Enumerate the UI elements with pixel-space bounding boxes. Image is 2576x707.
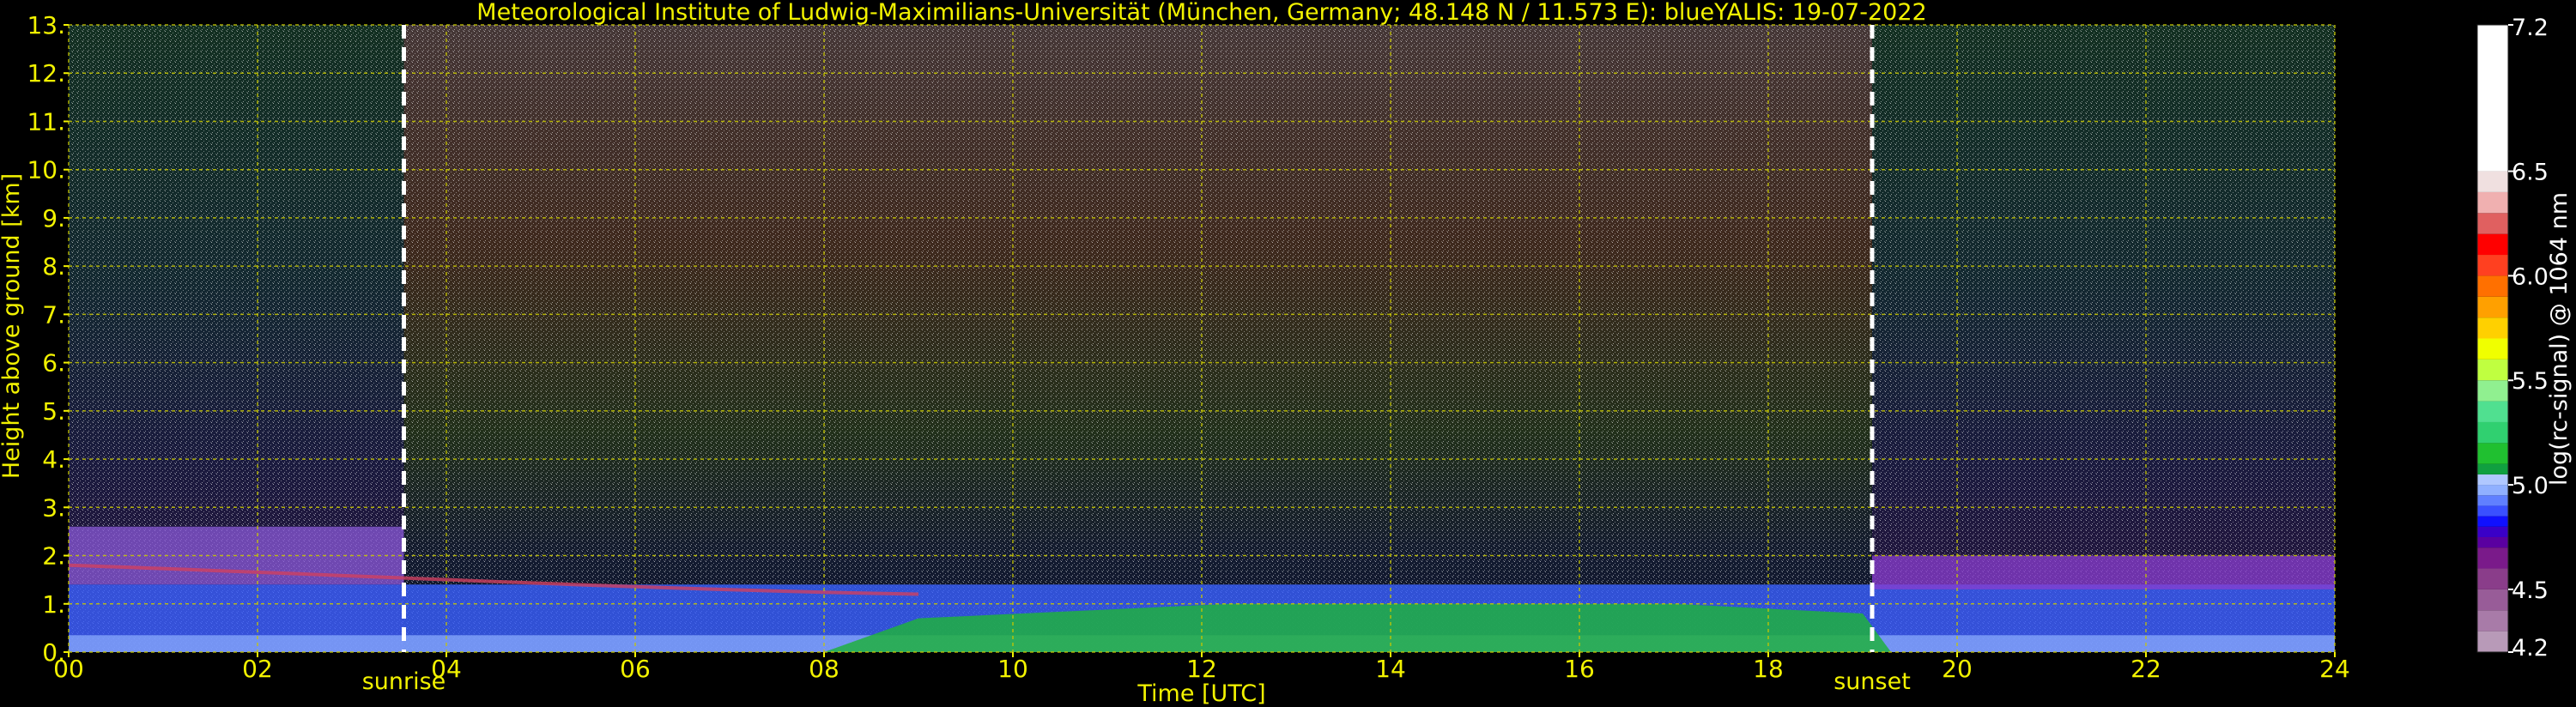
colorbar-segment: [2477, 516, 2508, 527]
y-tick-label: 1.: [42, 590, 65, 619]
y-axis-label: Height above ground [km]: [0, 173, 25, 479]
x-axis-label: Time [UTC]: [1136, 680, 1265, 707]
colorbar-segment: [2477, 213, 2508, 234]
colorbar-segment: [2477, 191, 2508, 214]
x-tick-label: 18: [1753, 655, 1784, 683]
y-tick-label: 10.: [27, 156, 65, 184]
colorbar-segment: [2477, 338, 2508, 360]
y-tick-label: 13.: [27, 11, 65, 39]
y-tick-label: 6.: [42, 349, 65, 378]
colorbar-segment: [2477, 171, 2508, 192]
colorbar-label: log(rc-signal) @ 1064 nm: [2546, 192, 2573, 486]
colorbar-segment: [2477, 296, 2508, 318]
colorbar-segment: [2477, 536, 2508, 548]
colorbar-segment: [2477, 610, 2508, 631]
colorbar-segment: [2477, 25, 2508, 172]
y-tick-label: 0.: [42, 638, 65, 667]
x-tick-label: 16: [1564, 655, 1595, 683]
x-tick-label: 06: [620, 655, 651, 683]
colorbar-segment: [2477, 526, 2508, 537]
colorbar-ticks: 4.2 4.5 5.0 5.5 6.0 6.5 7.2: [2508, 15, 2549, 662]
y-tick-label: 3.: [42, 493, 65, 522]
x-tick-label: 08: [809, 655, 839, 683]
colorbar-segment: [2477, 401, 2508, 422]
y-tick-label: 2.: [42, 542, 65, 571]
colorbar-tick-label: 6.5: [2512, 160, 2549, 186]
colorbar-segment: [2477, 505, 2508, 517]
plot-area: [68, 25, 2335, 652]
x-tick-label: 22: [2131, 655, 2161, 683]
colorbar-segment: [2477, 443, 2508, 464]
colorbar-segment: [2477, 233, 2508, 256]
colorbar-segment: [2477, 474, 2508, 486]
y-tick-label: 12.: [27, 59, 65, 88]
marker-label-sunset: sunset: [1834, 668, 1911, 695]
colorbar-segment: [2477, 485, 2508, 496]
colorbar: [2476, 24, 2509, 653]
colorbar-segment: [2477, 495, 2508, 506]
residual-layer-evening: [1872, 555, 2335, 589]
colorbar-tick-label: 5.0: [2512, 473, 2549, 499]
colorbar-tick-label: 5.5: [2512, 368, 2549, 395]
colorbar-segment: [2477, 317, 2508, 339]
colorbar-tick-label: 7.2: [2512, 15, 2549, 41]
colorbar-tick-label: 4.2: [2512, 635, 2549, 662]
y-tick-label: 11.: [27, 107, 65, 136]
colorbar-tick-label: 4.5: [2512, 577, 2549, 604]
colorbar-segment: [2477, 275, 2508, 297]
y-axis-ticks: 0. 1. 2. 3. 4. 5. 6. 7. 8. 9. 10. 11. 12. 13.: [27, 11, 69, 667]
x-tick-label: 02: [242, 655, 273, 683]
x-tick-label: 14: [1375, 655, 1406, 683]
colorbar-segment: [2477, 359, 2508, 381]
colorbar-segment: [2477, 589, 2508, 611]
y-tick-label: 4.: [42, 445, 65, 474]
colorbar-segment: [2477, 255, 2508, 276]
colorbar-segment: [2477, 568, 2508, 589]
x-tick-label: 24: [2319, 655, 2350, 683]
colorbar-segment: [2477, 380, 2508, 402]
x-tick-label: 20: [1942, 655, 1973, 683]
y-tick-label: 5.: [42, 397, 65, 426]
lidar-chart: sunrise sunset 00 02 04 06 08 10 12 14 16 18 20 22 24…: [0, 0, 2573, 707]
colorbar-segment: [2477, 421, 2508, 444]
colorbar-segment: [2477, 547, 2508, 569]
colorbar-tick-label: 6.0: [2512, 263, 2549, 290]
x-tick-label: 10: [997, 655, 1028, 683]
y-tick-label: 8.: [42, 252, 65, 281]
chart-root: sunrise sunset 00 02 04 06 08 10 12 14 16 18 20 22 24…: [0, 0, 2576, 707]
chart-title: Meteorological Institute of Ludwig-Maxim…: [476, 0, 1926, 26]
colorbar-segment: [2477, 463, 2508, 474]
y-tick-label: 9.: [42, 204, 65, 233]
y-tick-label: 7.: [42, 300, 65, 329]
colorbar-segment: [2477, 631, 2508, 652]
x-tick-label: 04: [431, 655, 462, 683]
x-tick-label: 12: [1186, 655, 1217, 683]
